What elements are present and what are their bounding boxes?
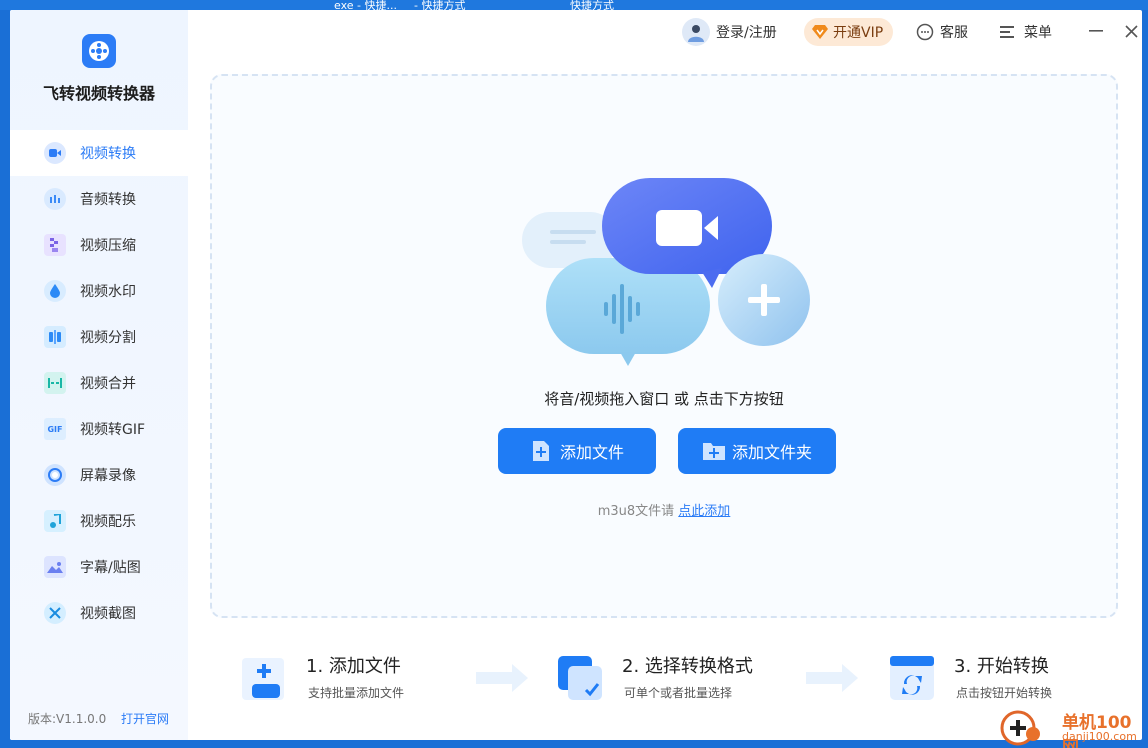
- add-file-step-icon: [242, 658, 284, 700]
- drop-hint: 将音/视频拖入窗口 或 点击下方按钮: [544, 390, 784, 408]
- subtitle-image-icon: [44, 556, 66, 578]
- sidebar-item-music[interactable]: 视频配乐: [10, 498, 188, 544]
- m3u8-add-link[interactable]: 点此添加: [678, 504, 730, 519]
- service-label: 客服: [940, 25, 968, 41]
- step-title: 3. 开始转换: [954, 656, 1049, 677]
- sidebar-item-label: 视频水印: [80, 284, 136, 300]
- sidebar-item-label: 视频分割: [80, 330, 136, 346]
- step-start-convert: 3. 开始转换 点击按钮开始转换: [888, 650, 1128, 710]
- sidebar-item-gif[interactable]: GIF 视频转GIF: [10, 406, 188, 452]
- merge-icon: [44, 372, 66, 394]
- sidebar-item-subtitle[interactable]: 字幕/贴图: [10, 544, 188, 590]
- avatar-icon: [682, 18, 710, 46]
- login-button[interactable]: 登录/注册: [682, 18, 777, 46]
- topbar: 登录/注册 开通VIP 客服 菜单: [188, 10, 1142, 54]
- start-convert-step-icon: [890, 656, 934, 700]
- step-select-format: 2. 选择转换格式 可单个或者批量选择: [556, 650, 796, 710]
- sidebar-item-screen-record[interactable]: 屏幕录像: [10, 452, 188, 498]
- sidebar: 飞转视频转换器 视频转换 音频转换 视频压缩 视频水印 视频分割 视频合并 GI…: [10, 10, 188, 740]
- step-add-file: 1. 添加文件 支持批量添加文件: [240, 650, 480, 710]
- screenshot-icon: [44, 602, 66, 624]
- vip-button[interactable]: 开通VIP: [804, 18, 894, 46]
- menu-label: 菜单: [1024, 25, 1052, 41]
- audio-convert-icon: [44, 188, 66, 210]
- split-icon: [44, 326, 66, 348]
- sidebar-item-label: 视频转GIF: [80, 422, 146, 438]
- step-title: 1. 添加文件: [306, 656, 401, 677]
- open-website-link[interactable]: 打开官网: [121, 710, 169, 727]
- sidebar-item-split[interactable]: 视频分割: [10, 314, 188, 360]
- sidebar-item-label: 音频转换: [80, 192, 136, 208]
- add-file-label: 添加文件: [559, 443, 624, 462]
- video-compress-icon: [44, 234, 66, 256]
- minimize-button[interactable]: [1085, 20, 1107, 42]
- step-arrow-icon: [476, 664, 528, 692]
- version-label: 版本:V1.1.0.0: [28, 712, 107, 726]
- vip-diamond-icon: [812, 25, 828, 39]
- drop-zone[interactable]: 将音/视频拖入窗口 或 点击下方按钮 添加文件 添加文件夹 m3u8文件请 点此…: [210, 74, 1118, 618]
- chat-icon: [916, 23, 934, 41]
- menu-icon: [1000, 26, 1014, 38]
- step-arrow-icon: [806, 664, 858, 692]
- step-desc: 可单个或者批量选择: [624, 686, 733, 700]
- m3u8-hint: m3u8文件请 点此添加: [212, 500, 1116, 519]
- sidebar-item-label: 视频配乐: [80, 514, 136, 530]
- sidebar-nav: 视频转换 音频转换 视频压缩 视频水印 视频分割 视频合并 GIF 视频转GIF…: [10, 130, 188, 636]
- add-folder-icon: [702, 440, 725, 462]
- sidebar-item-label: 视频压缩: [80, 238, 136, 254]
- step-title: 2. 选择转换格式: [622, 656, 753, 677]
- sidebar-item-label: 视频合并: [80, 376, 136, 392]
- add-folder-label: 添加文件夹: [731, 443, 812, 462]
- step-desc: 点击按钮开始转换: [956, 686, 1053, 700]
- sidebar-item-label: 视频截图: [80, 606, 136, 622]
- app-window: 飞转视频转换器 视频转换 音频转换 视频压缩 视频水印 视频分割 视频合并 GI…: [10, 10, 1142, 740]
- app-logo-icon: [82, 34, 116, 68]
- watermark-url: danji100.com: [1062, 730, 1137, 743]
- gif-icon: GIF: [44, 418, 66, 440]
- screen-record-icon: [44, 464, 66, 486]
- step-desc: 支持批量添加文件: [308, 686, 405, 700]
- sidebar-item-screenshot[interactable]: 视频截图: [10, 590, 188, 636]
- m3u8-prefix: m3u8文件请: [597, 504, 675, 519]
- select-format-step-icon: [558, 656, 602, 700]
- upload-illustration-icon: [522, 178, 810, 366]
- login-label: 登录/注册: [716, 25, 777, 41]
- sidebar-item-audio-convert[interactable]: 音频转换: [10, 176, 188, 222]
- add-file-icon: [530, 440, 552, 462]
- video-convert-icon: [44, 142, 66, 164]
- app-title: 飞转视频转换器: [42, 84, 155, 103]
- sidebar-item-label: 屏幕录像: [80, 468, 136, 484]
- watermark-icon: [44, 280, 66, 302]
- watermark-logo-icon: [1000, 710, 1040, 746]
- sidebar-item-merge[interactable]: 视频合并: [10, 360, 188, 406]
- vip-label: 开通VIP: [833, 25, 884, 41]
- desktop-strip: exe - 快捷... - 快捷方式 快捷方式: [0, 0, 1148, 12]
- sidebar-item-label: 视频转换: [80, 146, 136, 162]
- sidebar-item-watermark[interactable]: 视频水印: [10, 268, 188, 314]
- service-button[interactable]: 客服: [916, 18, 968, 46]
- menu-button[interactable]: 菜单: [1000, 18, 1052, 46]
- sidebar-item-video-compress[interactable]: 视频压缩: [10, 222, 188, 268]
- sidebar-item-video-convert[interactable]: 视频转换: [10, 130, 188, 176]
- music-icon: [44, 510, 66, 532]
- site-watermark: 单机100网 danji100.com: [1000, 708, 1148, 748]
- close-button[interactable]: [1120, 20, 1142, 42]
- add-file-button[interactable]: 添加文件: [498, 428, 656, 474]
- sidebar-item-label: 字幕/贴图: [80, 560, 141, 576]
- add-folder-button[interactable]: 添加文件夹: [678, 428, 836, 474]
